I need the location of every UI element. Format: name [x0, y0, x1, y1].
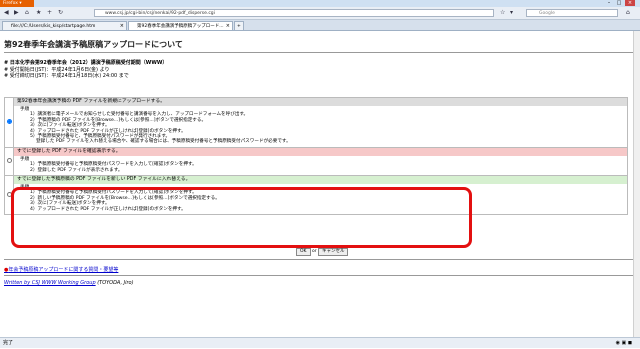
meeting-info: # 日本化学会第92春季年会（2012）講演予稿原稿受付期間（WWW）	[4, 60, 168, 66]
option-2-radio-cell	[4, 146, 14, 177]
divider	[4, 52, 634, 53]
option-1-radio-cell	[4, 97, 14, 148]
page-content: 第92春季年会講演予稿原稿アップロードについて # 日本化学会第92春季年会（2…	[0, 31, 640, 337]
bookmark-icon[interactable]: ★	[36, 9, 41, 17]
option-2-header: すでに登録した PDF ファイルを確認表示する。	[14, 147, 627, 156]
tab-bar: file:///C:/Users/kis_kisp/startpage.htm …	[0, 20, 640, 31]
browser-title-bar: Firefox ▾ – □ ×	[0, 0, 640, 7]
home-button-icon[interactable]: ⌂	[626, 9, 630, 17]
faq-link-text: 年会予稿原稿アップロードに関する質問・要望等	[8, 267, 119, 273]
steps-title: 手順	[20, 107, 30, 112]
minimize-icon[interactable]: –	[604, 0, 614, 6]
maximize-icon[interactable]: □	[614, 0, 624, 6]
ok-button[interactable]: OK	[296, 248, 311, 256]
tab-upload[interactable]: 第92春季年会講演予稿原稿アップロード... ×	[128, 21, 233, 30]
home-icon[interactable]: ⌂	[25, 9, 29, 17]
divider	[4, 259, 634, 260]
scrollbar[interactable]	[633, 31, 640, 337]
close-window-icon[interactable]: ×	[625, 0, 635, 6]
step: 登録した PDF ファイルを入れ替える場合や、確認する場合には、予稿原稿受付番号…	[30, 139, 291, 145]
option-1-radio[interactable]	[6, 118, 12, 124]
step: 2）登録した PDF ファイルが表示されます。	[30, 167, 123, 173]
tab-close-icon[interactable]: ×	[120, 22, 124, 30]
option-1-header: 第92春季年会講演予稿の PDF ファイルを新規にアップロードする。	[14, 98, 627, 106]
add-bookmark-icon[interactable]: +	[47, 9, 52, 17]
navigation-toolbar: ◀ ▶ ⌂ ★ + ↻ www.csj.jp/cgi-bin/csj/nenka…	[0, 7, 640, 20]
search-input[interactable]: Google	[526, 9, 618, 17]
steps-title: 手順	[20, 156, 30, 162]
back-icon[interactable]: ◀	[4, 9, 9, 17]
or-label: or	[311, 249, 317, 254]
tab-label: 第92春季年会講演予稿原稿アップロード...	[137, 24, 224, 29]
footer: Written by CSJ WWW Working Group (TOYODA…	[4, 280, 134, 286]
form-buttons: OK or キャンセル	[296, 248, 349, 256]
search-placeholder: Google	[539, 11, 555, 16]
option-2: すでに登録した PDF ファイルを確認表示する。 手順 1）予稿原稿受付番号と予…	[13, 146, 628, 177]
firefox-menu-button[interactable]: Firefox ▾	[0, 0, 34, 7]
dropdown-icon[interactable]: ▾	[510, 9, 513, 17]
status-bar: 完了 ◉ ▣ ◼	[0, 337, 640, 348]
faq-link[interactable]: ●年会予稿原稿アップロードに関する質問・要望等	[4, 266, 118, 273]
option-2-radio[interactable]	[6, 157, 12, 163]
star-icon[interactable]: ☆	[500, 9, 505, 17]
option-3-header: すでに登録した予稿原稿の PDF ファイルを新しい PDF ファイルに入れ替える…	[14, 176, 627, 185]
reload-icon[interactable]: ↻	[58, 9, 63, 17]
status-icons: ◉ ▣ ◼	[615, 340, 632, 346]
highlight-annotation	[11, 187, 472, 248]
url-text: www.csj.jp/cgi-bin/csj/nenkai/92-pdf_dis…	[105, 11, 215, 16]
status-text: 完了	[3, 340, 14, 346]
footer-author: (TOYODA, Jiro)	[97, 280, 134, 286]
tab-startpage[interactable]: file:///C:/Users/kis_kisp/startpage.htm …	[2, 21, 127, 30]
divider	[4, 275, 634, 276]
footer-link[interactable]: Written by CSJ WWW Working Group	[4, 280, 96, 286]
page-title: 第92春季年会講演予稿原稿アップロードについて	[4, 40, 183, 49]
forward-icon[interactable]: ▶	[14, 9, 19, 17]
tab-label: file:///C:/Users/kis_kisp/startpage.htm	[11, 24, 96, 29]
end-date: # 受付締切日(JST)：平成24年1月18日(水) 24:00 まで	[4, 73, 129, 79]
cancel-button[interactable]: キャンセル	[317, 248, 349, 256]
new-tab-button[interactable]: +	[234, 21, 244, 30]
url-bar[interactable]: www.csj.jp/cgi-bin/csj/nenkai/92-pdf_dis…	[94, 9, 494, 17]
tab-close-icon[interactable]: ×	[226, 22, 230, 30]
option-1: 第92春季年会講演予稿の PDF ファイルを新規にアップロードする。 手順 1）…	[13, 97, 628, 148]
